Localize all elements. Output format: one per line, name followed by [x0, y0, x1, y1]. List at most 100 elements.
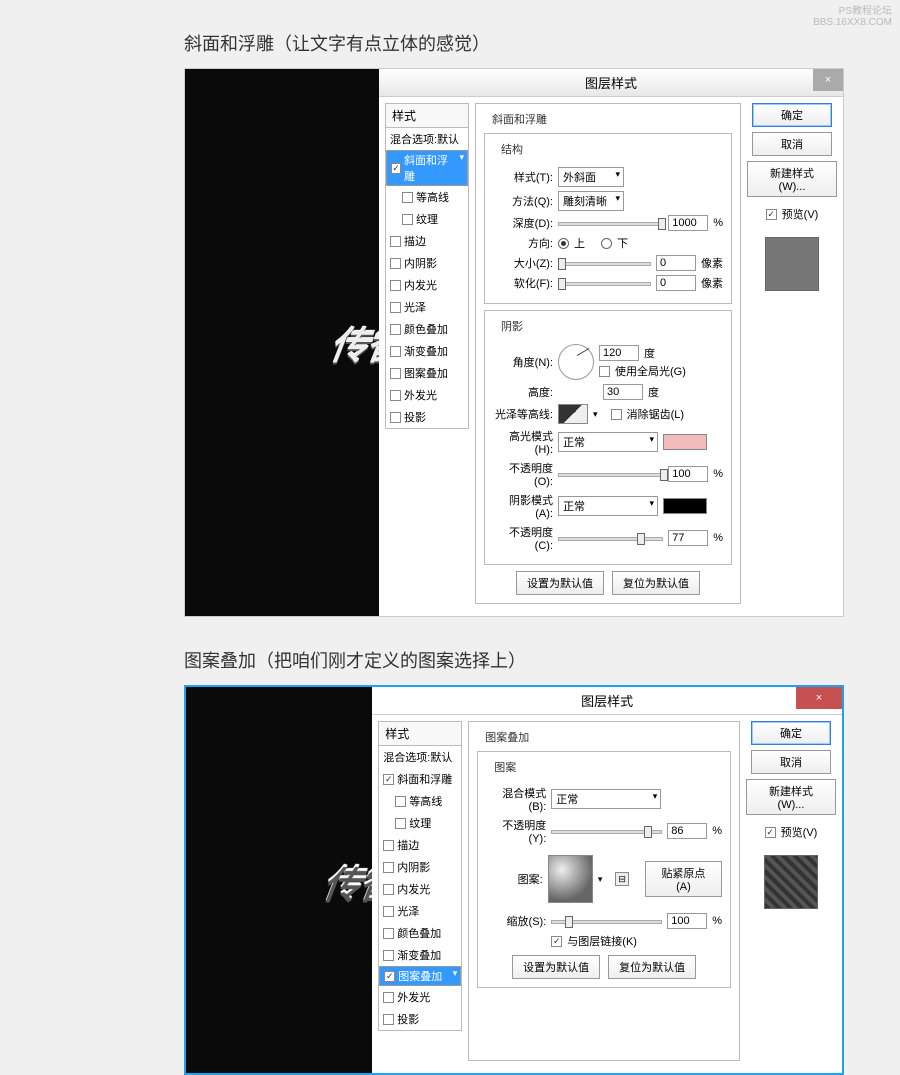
checkbox-icon[interactable] [402, 214, 413, 225]
highlight-mode-select[interactable]: 正常 [558, 432, 658, 452]
soften-input[interactable]: 0 [656, 275, 696, 291]
styles-header[interactable]: 样式 [378, 721, 462, 746]
close-icon[interactable]: × [813, 69, 843, 91]
highlight-opacity-input[interactable]: 100 [668, 466, 708, 482]
soften-slider[interactable] [558, 276, 651, 290]
reset-default-button[interactable]: 复位为默认值 [608, 955, 696, 979]
altitude-input[interactable]: 30 [603, 384, 643, 400]
blend-options-item[interactable]: 混合选项:默认 [379, 746, 461, 768]
checkbox-icon[interactable] [390, 302, 401, 313]
inner-shadow-item[interactable]: 内阴影 [386, 252, 468, 274]
scale-input[interactable]: 100 [667, 913, 707, 929]
checkbox-icon[interactable] [383, 774, 394, 785]
angle-dial[interactable] [558, 344, 594, 380]
bevel-item[interactable]: 斜面和浮雕 [386, 150, 468, 186]
checkbox-icon[interactable] [390, 412, 401, 423]
checkbox-icon[interactable] [390, 236, 401, 247]
direction-up-radio[interactable] [558, 238, 569, 249]
new-preset-icon[interactable]: ⊟ [615, 872, 628, 886]
checkbox-icon[interactable] [384, 971, 395, 982]
grad-overlay-item[interactable]: 渐变叠加 [386, 340, 468, 362]
dialog-titlebar[interactable]: 图层样式 × [372, 687, 842, 715]
angle-input[interactable]: 120 [599, 345, 639, 361]
inner-glow-item[interactable]: 内发光 [386, 274, 468, 296]
shadow-opacity-input[interactable]: 77 [668, 530, 708, 546]
cancel-button[interactable]: 取消 [752, 132, 832, 156]
texture-item[interactable]: 纹理 [379, 812, 461, 834]
inner-glow-item[interactable]: 内发光 [379, 878, 461, 900]
outer-glow-item[interactable]: 外发光 [386, 384, 468, 406]
checkbox-icon[interactable] [383, 884, 394, 895]
direction-down-radio[interactable] [601, 238, 612, 249]
stroke-item[interactable]: 描边 [379, 834, 461, 856]
checkbox-icon[interactable] [383, 950, 394, 961]
checkbox-icon[interactable] [383, 840, 394, 851]
antialias-checkbox[interactable] [611, 409, 622, 420]
size-input[interactable]: 0 [656, 255, 696, 271]
drop-shadow-item[interactable]: 投影 [386, 406, 468, 428]
contour-item[interactable]: 等高线 [386, 186, 468, 208]
preview-checkbox[interactable] [765, 827, 776, 838]
link-layer-checkbox[interactable] [551, 936, 562, 947]
make-default-button[interactable]: 设置为默认值 [516, 571, 604, 595]
bevel-item[interactable]: 斜面和浮雕 [379, 768, 461, 790]
checkbox-icon[interactable] [395, 796, 406, 807]
checkbox-icon[interactable] [390, 368, 401, 379]
checkbox-icon[interactable] [383, 928, 394, 939]
checkbox-icon[interactable] [383, 1014, 394, 1025]
preview-checkbox[interactable] [766, 209, 777, 220]
close-icon[interactable]: × [796, 687, 842, 709]
stroke-item[interactable]: 描边 [386, 230, 468, 252]
scale-slider[interactable] [551, 914, 662, 928]
shadow-mode-select[interactable]: 正常 [558, 496, 658, 516]
depth-slider[interactable] [558, 216, 663, 230]
pattern-overlay-item[interactable]: 图案叠加 [386, 362, 468, 384]
gloss-contour-picker[interactable] [558, 404, 588, 424]
drop-shadow-item[interactable]: 投影 [379, 1008, 461, 1030]
checkbox-icon[interactable] [390, 346, 401, 357]
blend-mode-select[interactable]: 正常 [551, 789, 661, 809]
contour-item[interactable]: 等高线 [379, 790, 461, 812]
dialog-titlebar[interactable]: 图层样式 × [379, 69, 843, 97]
satin-item[interactable]: 光泽 [386, 296, 468, 318]
style-select[interactable]: 外斜面 [558, 167, 624, 187]
global-light-checkbox[interactable] [599, 366, 610, 377]
new-style-button[interactable]: 新建样式(W)... [746, 779, 836, 815]
make-default-button[interactable]: 设置为默认值 [512, 955, 600, 979]
checkbox-icon[interactable] [390, 390, 401, 401]
ok-button[interactable]: 确定 [752, 103, 832, 127]
grad-overlay-item[interactable]: 渐变叠加 [379, 944, 461, 966]
checkbox-icon[interactable] [390, 258, 401, 269]
opacity-input[interactable]: 86 [667, 823, 707, 839]
opacity-slider[interactable] [551, 824, 662, 838]
checkbox-icon[interactable] [395, 818, 406, 829]
checkbox-icon[interactable] [383, 906, 394, 917]
shadow-color-swatch[interactable] [663, 498, 707, 514]
cancel-button[interactable]: 取消 [751, 750, 831, 774]
color-overlay-item[interactable]: 颜色叠加 [379, 922, 461, 944]
texture-item[interactable]: 纹理 [386, 208, 468, 230]
styles-header[interactable]: 样式 [385, 103, 469, 128]
ok-button[interactable]: 确定 [751, 721, 831, 745]
shadow-opacity-slider[interactable] [558, 531, 663, 545]
outer-glow-item[interactable]: 外发光 [379, 986, 461, 1008]
checkbox-icon[interactable] [383, 862, 394, 873]
checkbox-icon[interactable] [383, 992, 394, 1003]
reset-default-button[interactable]: 复位为默认值 [612, 571, 700, 595]
size-slider[interactable] [558, 256, 651, 270]
pattern-picker[interactable] [548, 855, 593, 903]
depth-input[interactable]: 1000 [668, 215, 708, 231]
blend-options-item[interactable]: 混合选项:默认 [386, 128, 468, 150]
new-style-button[interactable]: 新建样式(W)... [747, 161, 837, 197]
checkbox-icon[interactable] [391, 163, 401, 174]
inner-shadow-item[interactable]: 内阴影 [379, 856, 461, 878]
technique-select[interactable]: 雕刻清晰 [558, 191, 624, 211]
checkbox-icon[interactable] [402, 192, 413, 203]
checkbox-icon[interactable] [390, 280, 401, 291]
checkbox-icon[interactable] [390, 324, 401, 335]
satin-item[interactable]: 光泽 [379, 900, 461, 922]
pattern-overlay-item[interactable]: 图案叠加 [379, 966, 461, 986]
color-overlay-item[interactable]: 颜色叠加 [386, 318, 468, 340]
highlight-color-swatch[interactable] [663, 434, 707, 450]
highlight-opacity-slider[interactable] [558, 467, 663, 481]
